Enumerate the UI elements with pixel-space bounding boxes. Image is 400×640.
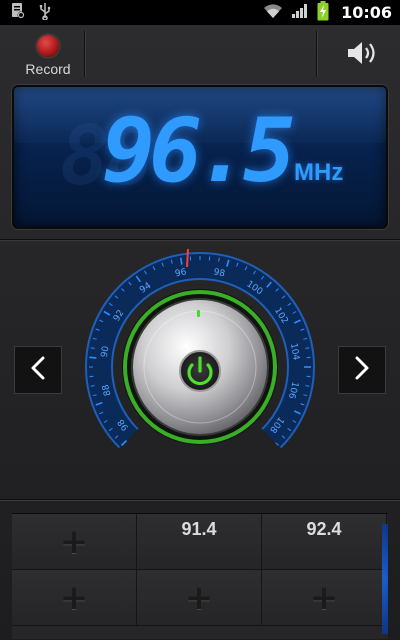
add-preset-icon: + (184, 577, 214, 618)
dial-tick (305, 347, 310, 349)
frequency-unit: MHz (294, 159, 344, 186)
speaker-button[interactable] (336, 35, 390, 75)
preset-slot-3[interactable]: 92.4 (262, 514, 387, 570)
preset-frequency: 92.4 (306, 519, 342, 539)
wifi-icon (263, 3, 283, 23)
preset-slot-4[interactable]: + (12, 570, 137, 626)
dial-tick (305, 385, 310, 387)
preset-slot-1[interactable]: + (12, 514, 137, 570)
record-icon (37, 35, 59, 57)
record-label: Record (25, 61, 71, 77)
signal-icon (291, 3, 309, 23)
tuner-area: 98 88 90 92 94 96 98 100 102 104 106 108 (0, 243, 400, 515)
dial-tick (218, 257, 220, 262)
status-bar: 10:06 (0, 0, 400, 25)
add-preset-icon: + (309, 577, 339, 618)
toolbar-divider (316, 31, 317, 77)
chevron-left-icon (29, 355, 47, 385)
toolbar-divider (84, 31, 85, 77)
record-button[interactable]: Record (12, 31, 84, 81)
power-button[interactable] (179, 350, 221, 392)
preset-slot-5[interactable]: + (137, 570, 262, 626)
dial-label: 90 (100, 345, 112, 358)
add-preset-icon: + (59, 521, 89, 562)
toolbar: Record (0, 25, 400, 83)
add-preset-icon: + (59, 577, 89, 618)
preset-frequency: 91.4 (181, 519, 217, 539)
preset-slot-2[interactable]: 91.4 (137, 514, 262, 570)
battery-charging-icon (317, 0, 329, 25)
speaker-icon (346, 39, 380, 71)
preset-grid: + 91.4 92.4 + + + (12, 513, 388, 639)
preset-scroll-indicator (382, 524, 388, 634)
prev-station-button[interactable] (14, 346, 62, 394)
dial-needle (186, 248, 189, 268)
next-station-button[interactable] (338, 346, 386, 394)
tuning-dial[interactable]: 98 88 90 92 94 96 98 100 102 104 106 108 (80, 247, 320, 487)
knob-indicator (197, 310, 200, 317)
dial-tick (90, 385, 95, 387)
notification-icon (10, 2, 26, 24)
dial-tick (90, 347, 95, 349)
radio-app: Record 88 96.5 MHz 98 88 90 92 94 96 98 … (0, 25, 400, 640)
frequency-value: 96.5 (102, 99, 296, 202)
preset-slot-6[interactable]: + (262, 570, 387, 626)
usb-icon (38, 2, 52, 24)
frequency-display: 88 96.5 MHz (12, 85, 388, 229)
status-time: 10:06 (341, 3, 392, 22)
dial-tick (89, 356, 97, 359)
chevron-right-icon (353, 355, 371, 385)
